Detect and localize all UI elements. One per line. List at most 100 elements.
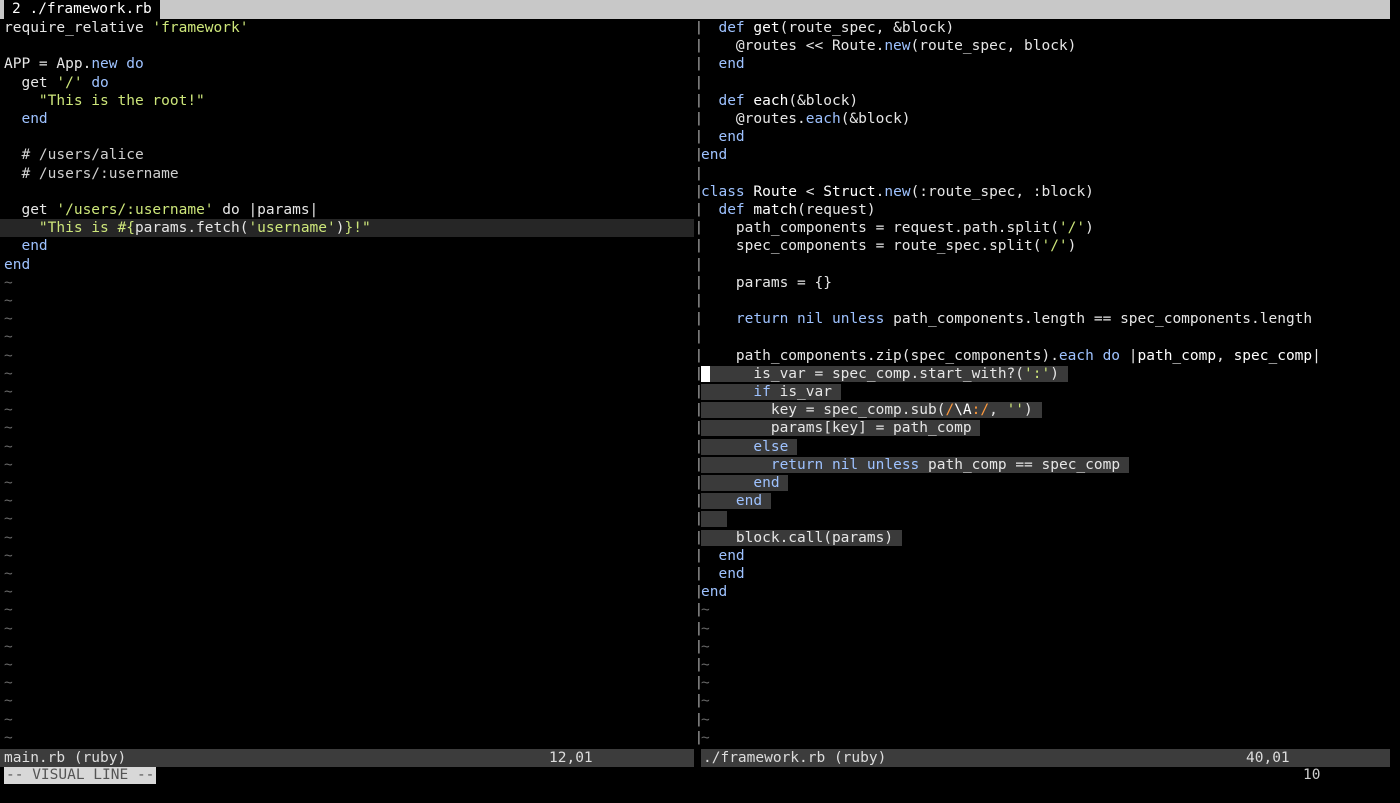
code-line[interactable]: end xyxy=(701,547,745,565)
code-line[interactable]: end xyxy=(4,256,30,274)
selected-line-count: 10 xyxy=(1303,767,1321,783)
code-line[interactable]: class Route < Struct.new(:route_spec, :b… xyxy=(701,183,1094,201)
code-token: end xyxy=(701,493,763,510)
code-line[interactable]: end xyxy=(701,55,744,73)
tab-framework-rb[interactable]: 2 ./framework.rb xyxy=(4,0,160,19)
code-line[interactable]: end xyxy=(701,583,727,601)
empty-line-marker: ~ xyxy=(4,402,13,419)
code-token: end xyxy=(701,566,745,582)
code-line[interactable]: @routes << Route.new(route_spec, block) xyxy=(701,37,1077,55)
code-line[interactable]: return nil unless path_comp == spec_comp xyxy=(701,456,1129,474)
code-line[interactable]: end xyxy=(701,492,771,510)
code-token: '/' xyxy=(56,74,83,91)
empty-line-marker: ~ xyxy=(4,365,13,382)
code-line[interactable]: spec_components = route_spec.split('/') xyxy=(701,237,1077,255)
separator-bar: | xyxy=(695,602,703,618)
code-token: is_var xyxy=(770,384,832,400)
code-line[interactable]: APP = App.new do xyxy=(4,55,144,73)
code-line[interactable]: params = {} xyxy=(701,274,832,292)
empty-line-marker: ~ xyxy=(4,566,13,582)
code-line[interactable]: # /users/:username xyxy=(4,165,178,183)
code-line[interactable]: if is_var xyxy=(701,383,841,401)
separator-bar: | xyxy=(695,584,703,600)
code-token: , xyxy=(1216,347,1234,364)
separator-bar: | xyxy=(695,693,703,709)
code-token: / xyxy=(945,402,955,419)
code-token: "This is the root!" xyxy=(38,92,205,109)
empty-line-marker: ~ xyxy=(4,602,13,619)
code-line[interactable]: return nil unless path_components.length… xyxy=(701,310,1312,328)
code-token: match xyxy=(753,202,798,218)
code-token: 'framework' xyxy=(152,20,249,36)
code-line[interactable]: end xyxy=(4,237,47,255)
code-token: (route_spec, block) xyxy=(910,38,1077,55)
editor-pane-main-rb[interactable]: require_relative 'framework' APP = App.ne… xyxy=(0,19,694,749)
code-token: ) xyxy=(1024,402,1033,419)
code-line[interactable]: end xyxy=(701,128,744,146)
separator-bar: | xyxy=(695,420,703,436)
code-line[interactable]: # /users/alice xyxy=(4,146,143,164)
code-line[interactable]: key = spec_comp.sub(/\A:/, '') xyxy=(701,401,1042,419)
separator-bar: | xyxy=(695,529,703,545)
code-line[interactable]: end xyxy=(701,565,745,583)
code-line[interactable]: def get(route_spec, &block) xyxy=(701,19,954,37)
code-token: each xyxy=(1058,347,1094,364)
code-line[interactable]: get '/' do xyxy=(4,74,108,92)
code-token: (route_spec, &block) xyxy=(779,20,955,36)
code-token: unless xyxy=(866,456,920,473)
editor-pane-framework-rb[interactable]: def get(route_spec, &block) @routes << R… xyxy=(701,19,1390,749)
code-line[interactable]: params[key] = path_comp xyxy=(701,419,981,437)
separator-bar: | xyxy=(695,220,703,236)
separator-bar: | xyxy=(695,402,703,418)
code-line[interactable]: "This is #{params.fetch('username')}!" xyxy=(0,219,694,238)
empty-line-marker: ~ xyxy=(4,420,13,437)
code-token: end xyxy=(4,256,31,273)
code-token: ) xyxy=(1085,220,1094,237)
separator-bar: | xyxy=(695,657,703,672)
code-line[interactable]: is_var = spec_comp.start_with?(':') xyxy=(701,365,1068,383)
separator-bar: | xyxy=(695,56,703,72)
status-cursor-position: 12,01 xyxy=(549,750,593,766)
code-line[interactable]: path_components = request.path.split('/'… xyxy=(701,219,1094,237)
empty-line-marker: ~ xyxy=(4,711,13,728)
code-token: APP = App. xyxy=(4,56,92,73)
code-line[interactable]: block.call(params) xyxy=(701,529,902,547)
code-line[interactable]: end xyxy=(701,146,727,164)
code-line[interactable] xyxy=(701,510,728,528)
empty-line-marker: ~ xyxy=(4,729,13,746)
code-token: nil xyxy=(831,456,859,473)
code-line[interactable]: @routes.each(&block) xyxy=(701,110,911,128)
separator-bar: | xyxy=(695,238,703,254)
code-token: < xyxy=(797,183,824,200)
vertical-split-separator[interactable]: | | | | | | | | | | | | | | | | | | | | | | | | | | | | | | | | | | | | | | | | xyxy=(694,19,703,749)
empty-line-marker: ~ xyxy=(701,657,710,673)
code-token: block.call(params) xyxy=(701,529,894,546)
code-line[interactable]: "This is the root!" xyxy=(4,92,205,110)
code-token: (&block) xyxy=(788,92,859,109)
code-line[interactable]: def each(&block) xyxy=(701,92,858,110)
code-token: get xyxy=(753,20,780,36)
code-token: end xyxy=(701,547,745,564)
code-token: is_var = spec_comp.start_with?( xyxy=(709,365,1025,382)
code-token: path_components.zip(spec_components). xyxy=(701,347,1059,364)
status-line-framework-rb: ./framework.rb (ruby) 40,01 xyxy=(701,749,1390,767)
code-token: params[key] = path_comp xyxy=(701,420,972,437)
code-line[interactable]: end xyxy=(701,474,789,492)
code-token: params = {} xyxy=(701,274,832,291)
code-line[interactable]: get '/users/:username' do |params| xyxy=(4,201,318,219)
code-line[interactable]: def match(request) xyxy=(701,201,875,219)
mode-indicator: -- VISUAL LINE -- xyxy=(4,767,157,784)
code-line[interactable]: require_relative 'framework' xyxy=(4,19,248,37)
code-line[interactable]: end xyxy=(4,110,47,128)
empty-line-marker: ~ xyxy=(4,529,13,546)
empty-line-marker: ~ xyxy=(4,384,13,400)
code-line[interactable]: path_components.zip(spec_components).eac… xyxy=(701,347,1321,365)
code-line[interactable]: else xyxy=(701,438,798,456)
